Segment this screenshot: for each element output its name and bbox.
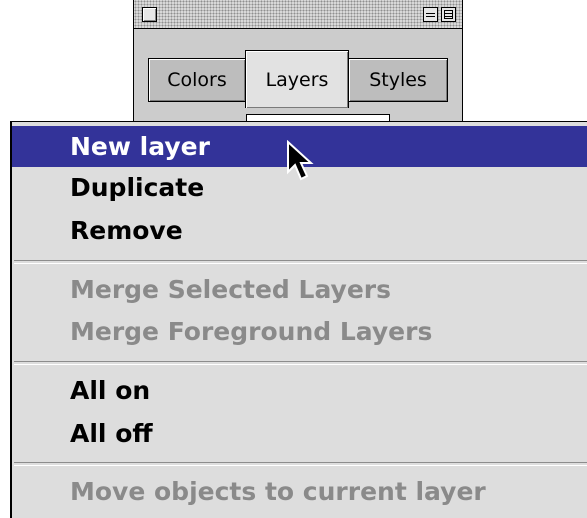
- menu-item-all-on[interactable]: All on: [12, 370, 587, 411]
- collapse-box-icon[interactable]: [441, 7, 456, 22]
- menu-separator: [14, 462, 587, 466]
- menu-item-move-objects-to-current-layer: Move objects to current layer: [70, 477, 486, 506]
- zoom-box-icon[interactable]: [423, 7, 438, 22]
- menu-item-all-off[interactable]: All off: [12, 413, 587, 454]
- menu-item-merge-foreground-layers: Merge Foreground Layers: [70, 317, 433, 346]
- arrow-cursor-icon: [287, 140, 314, 181]
- tab-layers[interactable]: Layers: [245, 50, 349, 108]
- menu-separator: [14, 260, 587, 264]
- palette-tabs: Colors Layers Styles: [148, 50, 450, 110]
- menu-separator: [14, 361, 587, 365]
- tab-colors[interactable]: Colors: [148, 58, 246, 102]
- palette-title-bar[interactable]: [134, 0, 462, 29]
- menu-item-remove[interactable]: Remove: [12, 210, 587, 251]
- menu-item-merge-selected-layers: Merge Selected Layers: [70, 275, 392, 304]
- tab-styles[interactable]: Styles: [348, 58, 448, 102]
- close-box-icon[interactable]: [142, 7, 157, 22]
